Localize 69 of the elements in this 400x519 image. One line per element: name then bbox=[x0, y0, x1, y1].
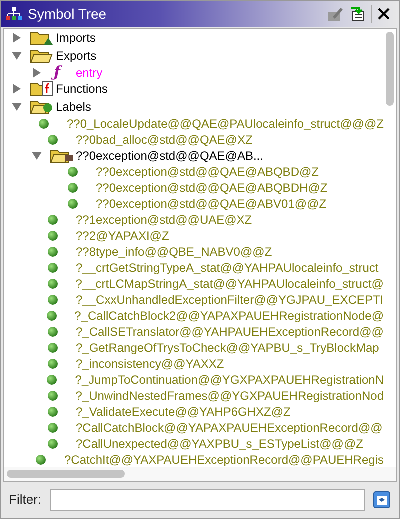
tree-item[interactable]: ??0exception@std@@QAE@ABV01@@Z bbox=[96, 197, 327, 212]
window-title: Symbol Tree bbox=[28, 4, 107, 24]
clear-filter-icon[interactable] bbox=[373, 491, 391, 509]
expand-arrow-icon[interactable] bbox=[12, 84, 22, 94]
tree-item[interactable]: entry bbox=[76, 66, 103, 80]
vertical-scrollbar-thumb[interactable] bbox=[386, 32, 394, 106]
tree-item[interactable]: ??0_LocaleUpdate@@QAE@PAUlocaleinfo_struct@@@Z bbox=[66, 117, 384, 132]
dot-icon bbox=[47, 375, 58, 386]
tree-item[interactable]: ?CatchIt@@YAXPAUEHExceptionRecord@@PAUEHRegis bbox=[64, 453, 384, 467]
tree-item[interactable]: ?_CallCatchBlock2@@YAPAXPAUEHRegistrationNode@ bbox=[74, 309, 384, 324]
folder-icon bbox=[30, 81, 54, 98]
dot-icon bbox=[48, 295, 58, 306]
dot-icon bbox=[48, 327, 58, 338]
tree-item[interactable]: ?__crtGetStringTypeA_stat@@YAHPAUlocaleinfo_struct bbox=[76, 261, 379, 276]
filter-label: Filter: bbox=[9, 491, 42, 510]
export-icon[interactable] bbox=[349, 6, 365, 22]
folder-icon bbox=[30, 30, 54, 46]
tree-item[interactable]: Labels bbox=[56, 100, 92, 114]
pencil-icon[interactable] bbox=[327, 6, 343, 22]
folder-icon bbox=[30, 99, 54, 116]
tree-item[interactable]: ?CallCatchBlock@@YAPAXPAUEHExceptionRecord@@ bbox=[76, 421, 383, 436]
tree-item[interactable]: ??2@YAPAXI@Z bbox=[76, 229, 170, 244]
tree-item[interactable]: Imports bbox=[56, 30, 96, 45]
tree-item[interactable]: ??0exception@std@@QAE@AB... bbox=[76, 149, 264, 164]
dot-icon bbox=[48, 391, 58, 402]
tree-item[interactable]: ?_JumpToContinuation@@YGXPAXPAUEHRegistrationN bbox=[75, 373, 384, 388]
expand-arrow-icon[interactable] bbox=[12, 32, 22, 43]
tree-item[interactable]: ?__crtLCMapStringA_stat@@YAHPAUlocaleinfo_struct@ bbox=[76, 277, 384, 292]
dot-icon bbox=[48, 279, 58, 290]
dot-icon bbox=[38, 119, 49, 130]
dot-icon bbox=[48, 231, 58, 242]
tree-item[interactable]: ?_CallSETranslator@@YAHPAUEHExceptionRecord@@ bbox=[76, 325, 384, 340]
horizontal-scrollbar-thumb[interactable] bbox=[7, 470, 125, 478]
tree-item[interactable]: ??0exception@std@@QAE@ABQBDH@Z bbox=[96, 181, 328, 196]
dot-icon bbox=[68, 183, 78, 194]
dot-icon bbox=[46, 311, 57, 322]
tree-item[interactable]: ??8type_info@@QBE_NABV0@@Z bbox=[76, 245, 272, 260]
folder-icon bbox=[30, 48, 54, 64]
dot-icon bbox=[68, 199, 78, 210]
dot-icon bbox=[48, 439, 58, 450]
dot-icon bbox=[36, 455, 46, 466]
dot-icon bbox=[68, 167, 78, 178]
tree-item[interactable]: ??1exception@std@@UAE@XZ bbox=[76, 213, 252, 228]
dot-icon bbox=[48, 135, 58, 146]
dot-icon bbox=[48, 359, 58, 370]
expand-arrow-icon[interactable] bbox=[32, 68, 42, 78]
filter-input[interactable] bbox=[50, 489, 365, 511]
dot-icon bbox=[48, 423, 58, 434]
tree-item[interactable]: Exports bbox=[56, 48, 97, 63]
folder-icon bbox=[50, 148, 74, 164]
dot-icon bbox=[48, 247, 58, 258]
tree-item[interactable]: ?_ValidateExecute@@YAHP6GHXZ@Z bbox=[76, 405, 291, 420]
tree-item[interactable]: ??0exception@std@@QAE@ABQBD@Z bbox=[96, 165, 319, 180]
tree-item[interactable]: ??0bad_alloc@std@@QAE@XZ bbox=[76, 133, 253, 148]
collapse-arrow-icon[interactable] bbox=[12, 50, 22, 61]
tree-item[interactable]: ?_inconsistency@@YAXXZ bbox=[76, 357, 224, 372]
tree-item[interactable]: ?CallUnexpected@@YAXPBU_s_ESTypeList@@@Z bbox=[76, 437, 364, 452]
tree-item[interactable]: Functions bbox=[56, 82, 108, 96]
dot-icon bbox=[48, 407, 58, 418]
tree-structure-icon bbox=[6, 7, 22, 21]
tree-item[interactable]: ?_GetRangeOfTrysToCheck@@YAPBU_s_TryBlockMap bbox=[76, 341, 380, 356]
tree-item[interactable]: ?_UnwindNestedFrames@@YGXPAUEHRegistrationNod bbox=[76, 389, 384, 404]
dot-icon bbox=[48, 215, 58, 226]
collapse-arrow-icon[interactable] bbox=[12, 102, 22, 112]
collapse-arrow-icon[interactable] bbox=[32, 151, 42, 162]
tree-item[interactable]: ?__CxxUnhandledExceptionFilter@@YGJPAU_EXCEPTI bbox=[76, 293, 384, 308]
dot-icon bbox=[48, 343, 58, 354]
dot-icon bbox=[48, 263, 58, 274]
close-icon[interactable] bbox=[378, 8, 390, 20]
